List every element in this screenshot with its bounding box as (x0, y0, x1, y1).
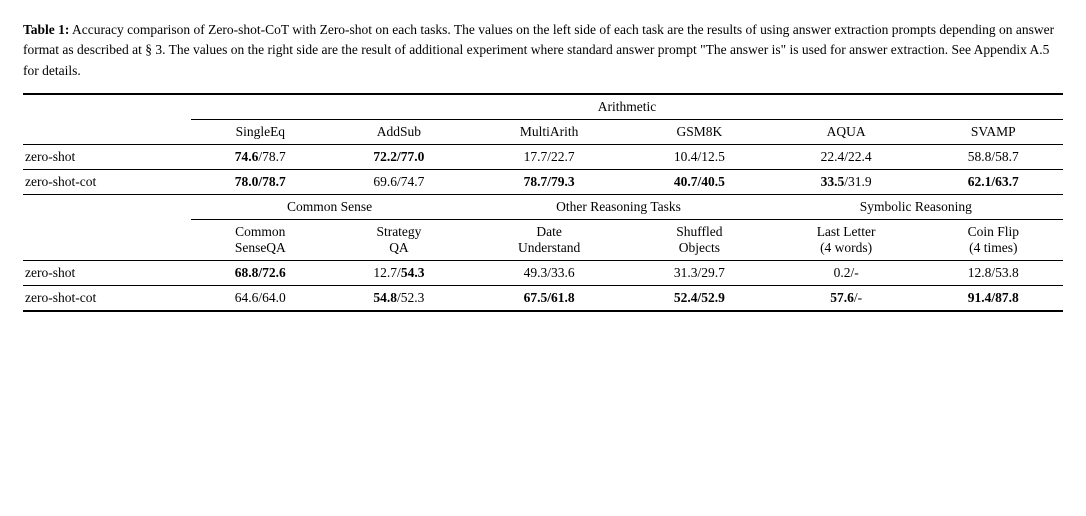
empty-col-2 (23, 194, 191, 219)
results-table: Arithmetic SingleEq AddSub MultiArith GS… (23, 93, 1063, 312)
cell-zs2-lastletter: 0.2/- (769, 260, 924, 285)
group-header-row-1: Arithmetic (23, 94, 1063, 120)
cell-zs2-date: 49.3/33.6 (468, 260, 630, 285)
cell-zs-addsub: 72.2/77.0 (330, 144, 469, 169)
col-coinflip: Coin Flip(4 times) (924, 219, 1063, 260)
table-container: Table 1: Accuracy comparison of Zero-sho… (23, 20, 1063, 312)
table-row: zero-shot 74.6/78.7 72.2/77.0 17.7/22.7 … (23, 144, 1063, 169)
cell-zscot-multiarith: 78.7/79.3 (468, 169, 630, 194)
cell-zscot-aqua: 33.5/31.9 (769, 169, 924, 194)
cell-zscot2-shuffled: 52.4/52.9 (630, 285, 769, 311)
empty-corner (23, 94, 191, 120)
empty-col-3 (23, 219, 191, 260)
empty-col (23, 119, 191, 144)
second-subheader-row: CommonSenseQA StrategyQA DateUnderstand … (23, 219, 1063, 260)
col-shuffled: ShuffledObjects (630, 219, 769, 260)
cell-zscot-addsub: 69.6/74.7 (330, 169, 469, 194)
group-header-row-2: Common Sense Other Reasoning Tasks Symbo… (23, 194, 1063, 219)
col-date: DateUnderstand (468, 219, 630, 260)
table-caption: Table 1: Accuracy comparison of Zero-sho… (23, 20, 1063, 81)
table-row: zero-shot 68.8/72.6 12.7/54.3 49.3/33.6 … (23, 260, 1063, 285)
caption-label: Table 1: (23, 22, 69, 37)
cell-zscot-singleeq: 78.0/78.7 (191, 169, 330, 194)
col-commonsenseqa: CommonSenseQA (191, 219, 330, 260)
cell-zscot2-date: 67.5/61.8 (468, 285, 630, 311)
col-strategyqa: StrategyQA (330, 219, 469, 260)
row-label-zero-shot-1: zero-shot (23, 144, 191, 169)
cell-zscot-svamp: 62.1/63.7 (924, 169, 1063, 194)
cell-zs2-commonsenseqa: 68.8/72.6 (191, 260, 330, 285)
other-group-header: Other Reasoning Tasks (468, 194, 768, 219)
col-aqua: AQUA (769, 119, 924, 144)
table-row: zero-shot-cot 64.6/64.0 54.8/52.3 67.5/6… (23, 285, 1063, 311)
cell-zs-gsm8k: 10.4/12.5 (630, 144, 769, 169)
cell-zs-singleeq: 74.6/78.7 (191, 144, 330, 169)
table-row: zero-shot-cot 78.0/78.7 69.6/74.7 78.7/7… (23, 169, 1063, 194)
col-lastletter: Last Letter(4 words) (769, 219, 924, 260)
cell-zscot2-strategyqa: 54.8/52.3 (330, 285, 469, 311)
cell-zscot2-coinflip: 91.4/87.8 (924, 285, 1063, 311)
symbolic-group-header: Symbolic Reasoning (769, 194, 1063, 219)
cell-zscot-gsm8k: 40.7/40.5 (630, 169, 769, 194)
cell-zs-multiarith: 17.7/22.7 (468, 144, 630, 169)
col-singleeq: SingleEq (191, 119, 330, 144)
cell-zs2-shuffled: 31.3/29.7 (630, 260, 769, 285)
caption-text: Accuracy comparison of Zero-shot-CoT wit… (23, 22, 1054, 78)
cell-zscot2-commonsenseqa: 64.6/64.0 (191, 285, 330, 311)
arithmetic-group-header: Arithmetic (191, 94, 1063, 120)
cell-zscot2-lastletter: 57.6/- (769, 285, 924, 311)
cell-zs-aqua: 22.4/22.4 (769, 144, 924, 169)
col-gsm8k: GSM8K (630, 119, 769, 144)
col-svamp: SVAMP (924, 119, 1063, 144)
commonsense-group-header: Common Sense (191, 194, 468, 219)
row-label-zscot-1: zero-shot-cot (23, 169, 191, 194)
arithmetic-subheader-row: SingleEq AddSub MultiArith GSM8K AQUA SV… (23, 119, 1063, 144)
cell-zs2-strategyqa: 12.7/54.3 (330, 260, 469, 285)
cell-zs-svamp: 58.8/58.7 (924, 144, 1063, 169)
row-label-zscot-2: zero-shot-cot (23, 285, 191, 311)
row-label-zero-shot-2: zero-shot (23, 260, 191, 285)
col-multiarith: MultiArith (468, 119, 630, 144)
col-addsub: AddSub (330, 119, 469, 144)
cell-zs2-coinflip: 12.8/53.8 (924, 260, 1063, 285)
